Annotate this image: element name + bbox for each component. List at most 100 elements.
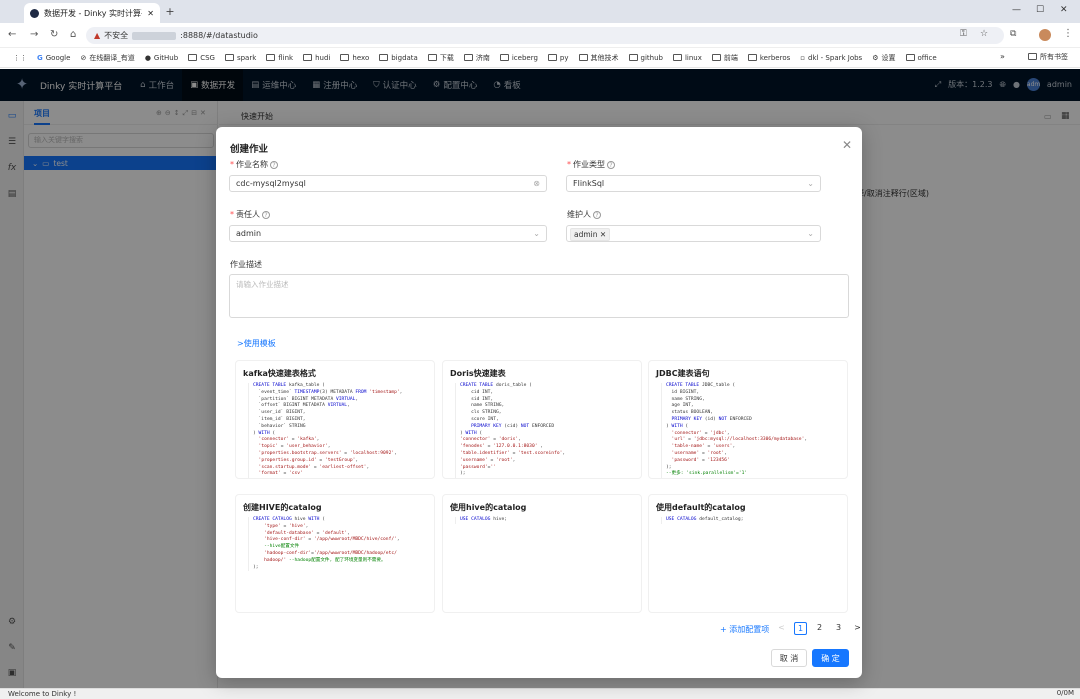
page-icon: ▫ xyxy=(800,53,806,62)
folder-icon xyxy=(1028,53,1037,60)
extensions-icon[interactable]: ⧉ xyxy=(1010,29,1016,39)
code-snippet: USE CATALOG default_catalog; xyxy=(661,517,841,524)
bookmark-folder[interactable]: linux xyxy=(668,54,707,62)
template-card[interactable]: JDBC建表语句 CREATE TABLE JDBC_table ( id BI… xyxy=(648,360,848,479)
template-card[interactable]: kafka快速建表格式 CREATE TABLE kafka_table ( `… xyxy=(235,360,435,479)
job-name-input[interactable]: cdc-mysql2mysql ⊗ xyxy=(229,175,547,192)
bookmark-item[interactable]: G Google xyxy=(32,54,75,62)
folder-icon xyxy=(224,54,234,61)
memory-usage: 0/0M xyxy=(1056,689,1074,697)
url-host-redacted xyxy=(132,31,177,40)
bookmark-item[interactable]: ● GitHub xyxy=(140,54,183,62)
chevron-down-icon: ⌄ xyxy=(533,229,540,238)
close-window-icon[interactable]: ✕ xyxy=(1060,5,1068,15)
bookmark-folder[interactable]: iceberg xyxy=(495,54,543,62)
cancel-button[interactable]: 取 消 xyxy=(771,649,807,667)
bookmark-item[interactable]: ⊘ 在线翻译_有道 xyxy=(75,53,139,63)
tag-close-icon[interactable]: ✕ xyxy=(600,230,606,239)
maintainer-label: 维护人? xyxy=(567,209,601,220)
prev-page-icon[interactable]: < xyxy=(775,622,788,635)
folder-icon xyxy=(672,54,682,61)
browser-tab[interactable]: 数据开发 - Dinky 实时计算平台 ✕ xyxy=(24,3,160,23)
folder-icon xyxy=(628,54,638,61)
bookmark-folder[interactable]: flink xyxy=(261,54,298,62)
question-icon: ? xyxy=(593,211,601,219)
folder-icon xyxy=(379,54,389,61)
star-icon[interactable]: ☆ xyxy=(980,29,988,39)
bookmark-folder[interactable]: kerberos xyxy=(743,54,795,62)
bookmark-folder[interactable]: github xyxy=(624,54,668,62)
reload-icon[interactable]: ↻ xyxy=(50,29,58,40)
use-template-link[interactable]: >使用模板 xyxy=(237,338,276,349)
maintainer-tag: admin ✕ xyxy=(570,228,611,241)
bookmark-folder[interactable]: 下载 xyxy=(423,53,459,63)
template-card[interactable]: 使用default的catalog USE CATALOG default_ca… xyxy=(648,494,848,613)
profile-avatar[interactable] xyxy=(1039,29,1051,41)
folder-icon xyxy=(747,54,757,61)
folder-icon xyxy=(578,54,588,61)
clear-icon[interactable]: ⊗ xyxy=(533,176,540,191)
bookmark-folder[interactable]: 济南 xyxy=(459,53,495,63)
all-bookmarks[interactable]: 所有书签 xyxy=(1028,52,1068,62)
bookmark-folder[interactable]: spark xyxy=(220,54,261,62)
folder-icon xyxy=(463,54,473,61)
browser-menu-icon[interactable]: ⋮ xyxy=(1063,28,1073,39)
folder-icon xyxy=(303,54,313,61)
question-icon: ? xyxy=(607,161,615,169)
bookmark-folder[interactable]: office xyxy=(901,54,942,62)
minimize-icon[interactable]: — xyxy=(1012,5,1021,15)
job-name-label: * 作业名称? xyxy=(230,159,278,170)
key-icon[interactable]: ⚿ xyxy=(960,29,967,39)
page-3[interactable]: 3 xyxy=(832,622,845,635)
bookmarks-more[interactable]: » xyxy=(1000,52,1005,61)
bookmark-folder[interactable]: hexo xyxy=(335,54,374,62)
dinky-favicon-icon xyxy=(30,8,39,18)
bookmark-item[interactable]: ⚙ 设置 xyxy=(867,53,900,63)
job-type-label: * 作业类型? xyxy=(567,159,615,170)
bookmark-folder[interactable]: bigdata xyxy=(374,54,423,62)
apps-icon[interactable]: ⋮⋮ xyxy=(8,54,32,62)
folder-icon xyxy=(711,54,721,61)
forward-icon[interactable]: → xyxy=(30,29,38,40)
next-page-icon[interactable]: > xyxy=(851,622,864,635)
bookmark-folder[interactable]: 其他技术 xyxy=(574,53,624,63)
template-card[interactable]: 创建HIVE的catalog CREATE CATALOG hive WITH … xyxy=(235,494,435,613)
home-icon[interactable]: ⌂ xyxy=(70,29,76,40)
question-icon: ? xyxy=(262,211,270,219)
maintainer-select[interactable]: admin ✕ ⌄ xyxy=(566,225,821,242)
add-config-link[interactable]: + 添加配置项 xyxy=(720,624,769,635)
address-bar[interactable]: ▲ 不安全 :8888/#/datastudio xyxy=(86,27,1004,44)
maximize-icon[interactable]: ☐ xyxy=(1036,5,1044,15)
template-card[interactable]: Doris快速建表 CREATE TABLE doris_table ( cid… xyxy=(442,360,642,479)
folder-icon xyxy=(427,54,437,61)
job-type-select[interactable]: FlinkSql ⌄ xyxy=(566,175,821,192)
bookmark-item[interactable]: ▫ dkl - Spark Jobs xyxy=(795,54,867,62)
template-card[interactable]: 使用hive的catalog USE CATALOG hive; xyxy=(442,494,642,613)
chevron-down-icon: ⌄ xyxy=(807,179,814,188)
folder-icon xyxy=(266,54,276,61)
bookmark-folder[interactable]: hudi xyxy=(298,54,335,62)
bookmark-folder[interactable]: CSG xyxy=(183,54,220,62)
ok-button[interactable]: 确 定 xyxy=(812,649,849,667)
page-1[interactable]: 1 xyxy=(794,622,807,635)
close-tab-icon[interactable]: ✕ xyxy=(147,9,154,18)
browser-tabbar xyxy=(0,0,1080,23)
bookmark-folder[interactable]: 前端 xyxy=(707,53,743,63)
gear-icon: ⚙ xyxy=(872,53,879,62)
folder-icon xyxy=(188,54,198,61)
warning-icon: ▲ xyxy=(94,31,101,40)
modal-title: 创建作业 xyxy=(230,144,269,155)
browser-tab-title: 数据开发 - Dinky 实时计算平台 xyxy=(44,8,142,18)
folder-icon xyxy=(905,54,915,61)
google-icon: G xyxy=(37,53,43,62)
question-icon: ? xyxy=(270,161,278,169)
bookmark-folder[interactable]: py xyxy=(543,54,574,62)
desc-textarea[interactable]: 请输入作业描述 xyxy=(229,274,849,318)
folder-icon xyxy=(499,54,509,61)
close-icon[interactable]: ✕ xyxy=(842,138,852,152)
code-snippet: CREATE TABLE kafka_table ( `event_time` … xyxy=(248,383,428,478)
owner-select[interactable]: admin ⌄ xyxy=(229,225,547,242)
page-2[interactable]: 2 xyxy=(813,622,826,635)
back-icon[interactable]: ← xyxy=(8,29,16,40)
new-tab-button[interactable]: + xyxy=(163,5,177,19)
